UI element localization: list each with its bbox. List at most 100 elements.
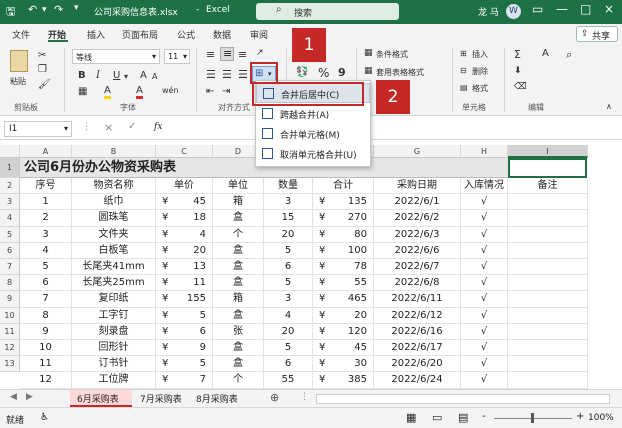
table-cell[interactable]: √	[461, 356, 508, 373]
table-cell[interactable]: ¥385	[313, 372, 374, 389]
menu-merge-cells[interactable]: 合并单元格(M)	[256, 124, 370, 144]
table-cell[interactable]: 3	[20, 226, 72, 243]
page-break-view-icon[interactable]: ▤	[458, 411, 468, 424]
column-title-cell[interactable]: 物资名称	[72, 178, 156, 195]
row-header-8[interactable]: 8	[0, 275, 20, 292]
table-cell[interactable]: 纸巾	[72, 194, 156, 211]
next-sheet-icon[interactable]: ▶	[26, 392, 33, 402]
column-header-a[interactable]: A	[20, 145, 72, 158]
table-cell[interactable]: 2022/6/11	[374, 291, 461, 308]
table-cell[interactable]: 盒	[213, 259, 264, 276]
table-cell[interactable]: 盒	[213, 307, 264, 324]
column-header-h[interactable]: H	[461, 145, 508, 158]
table-cell[interactable]: 2022/6/17	[374, 340, 461, 357]
column-title-cell[interactable]: 单位	[213, 178, 264, 195]
tab-review[interactable]: 审阅	[250, 28, 268, 41]
table-cell[interactable]: √	[461, 323, 508, 340]
cut-icon[interactable]: ✂	[38, 50, 46, 61]
column-header-c[interactable]: C	[156, 145, 213, 158]
menu-unmerge-cells[interactable]: 取消单元格合并(U)	[256, 144, 370, 164]
normal-view-icon[interactable]: ▦	[406, 411, 416, 424]
row-header-3[interactable]: 3	[0, 194, 20, 211]
sheet-tab-august[interactable]: 8月采购表	[196, 392, 238, 405]
table-cell[interactable]: √	[461, 210, 508, 227]
table-cell[interactable]: 盒	[213, 242, 264, 259]
zoom-slider-thumb[interactable]	[531, 413, 534, 423]
table-cell[interactable]: 工位牌	[72, 372, 156, 389]
table-cell[interactable]: 4	[264, 307, 313, 324]
table-cell[interactable]: 盒	[213, 275, 264, 292]
column-title-cell[interactable]: 数量	[264, 178, 313, 195]
table-cell[interactable]: 5	[20, 259, 72, 276]
phonetic-button[interactable]: wén	[162, 86, 179, 95]
tab-data[interactable]: 数据	[213, 28, 231, 41]
increase-indent-icon[interactable]: ⇥	[222, 86, 230, 97]
collapse-ribbon-icon[interactable]: ∧	[606, 102, 612, 111]
row-header-13[interactable]: 13	[0, 356, 20, 373]
font-size-select[interactable]: 11 ▾	[164, 49, 190, 64]
table-cell[interactable]: 6	[264, 356, 313, 373]
table-cell[interactable]: 圆珠笔	[72, 210, 156, 227]
undo-icon[interactable]: ↶	[28, 3, 37, 16]
menu-merge-across[interactable]: 跨越合并(A)	[256, 104, 370, 124]
zoom-level[interactable]: 100%	[588, 413, 614, 423]
notes-cell[interactable]	[508, 356, 588, 373]
table-cell[interactable]: 7	[20, 291, 72, 308]
row-header-7[interactable]: 7	[0, 259, 20, 276]
table-cell[interactable]: ¥6	[156, 323, 213, 340]
add-sheet-button[interactable]: ⊕	[270, 391, 279, 404]
table-cell[interactable]: ¥5	[156, 356, 213, 373]
notes-cell[interactable]	[508, 194, 588, 211]
percent-button[interactable]: %	[318, 66, 329, 80]
autosum-button[interactable]: Σ	[514, 48, 521, 61]
bold-button[interactable]: B	[78, 70, 86, 81]
delete-cells-button[interactable]: 删除	[472, 66, 488, 77]
paste-icon[interactable]	[10, 50, 28, 72]
table-cell[interactable]: 2022/6/3	[374, 226, 461, 243]
notes-cell[interactable]	[508, 323, 588, 340]
undo-dropdown-icon[interactable]: ▾	[42, 5, 47, 15]
fill-color-button[interactable]: A	[104, 86, 111, 99]
table-cell[interactable]: √	[461, 372, 508, 389]
table-cell[interactable]: ¥155	[156, 291, 213, 308]
format-cells-button[interactable]: 格式	[472, 83, 488, 94]
table-cell[interactable]: 10	[20, 340, 72, 357]
font-name-select[interactable]: 等线 ▾	[72, 49, 160, 64]
table-cell[interactable]: 个	[213, 372, 264, 389]
table-cell[interactable]: 4	[20, 242, 72, 259]
notes-cell[interactable]	[508, 372, 588, 389]
underline-dropdown-icon[interactable]: ▾	[124, 72, 128, 81]
table-cell[interactable]: 20	[264, 226, 313, 243]
table-cell[interactable]: 长尾夹41mm	[72, 259, 156, 276]
zoom-out-button[interactable]: -	[482, 411, 486, 422]
align-middle-button[interactable]: ≡	[220, 47, 234, 61]
column-title-cell[interactable]: 备注	[508, 178, 588, 195]
row-header-11[interactable]: 11	[0, 323, 20, 340]
table-cell[interactable]: ¥120	[313, 323, 374, 340]
format-painter-icon[interactable]: 🖌	[38, 79, 51, 90]
table-cell[interactable]: √	[461, 226, 508, 243]
table-cell[interactable]: 5	[264, 242, 313, 259]
table-format-button[interactable]: 套用表格格式	[376, 67, 424, 78]
minimize-icon[interactable]: —	[556, 2, 568, 16]
row-header-10[interactable]: 10	[0, 307, 20, 324]
tab-page-layout[interactable]: 页面布局	[122, 28, 158, 41]
ribbon-display-icon[interactable]: ▭	[532, 2, 543, 16]
table-cell[interactable]: ¥9	[156, 340, 213, 357]
table-cell[interactable]: 2022/6/20	[374, 356, 461, 373]
table-cell[interactable]: 55	[264, 372, 313, 389]
table-cell[interactable]: 刻录盘	[72, 323, 156, 340]
align-right-icon[interactable]: ☰	[238, 68, 248, 81]
row-header-1[interactable]: 1	[0, 158, 20, 178]
table-cell[interactable]: √	[461, 194, 508, 211]
fill-icon[interactable]: ⬇	[514, 66, 522, 76]
table-cell[interactable]: ¥45	[313, 340, 374, 357]
table-cell[interactable]: 1	[20, 194, 72, 211]
table-cell[interactable]: 3	[264, 194, 313, 211]
table-cell[interactable]: 个	[213, 226, 264, 243]
column-title-cell[interactable]: 采购日期	[374, 178, 461, 195]
notes-cell[interactable]	[508, 226, 588, 243]
prev-sheet-icon[interactable]: ◀	[10, 392, 17, 402]
table-cell[interactable]: ¥270	[313, 210, 374, 227]
maximize-icon[interactable]: □	[580, 2, 591, 16]
